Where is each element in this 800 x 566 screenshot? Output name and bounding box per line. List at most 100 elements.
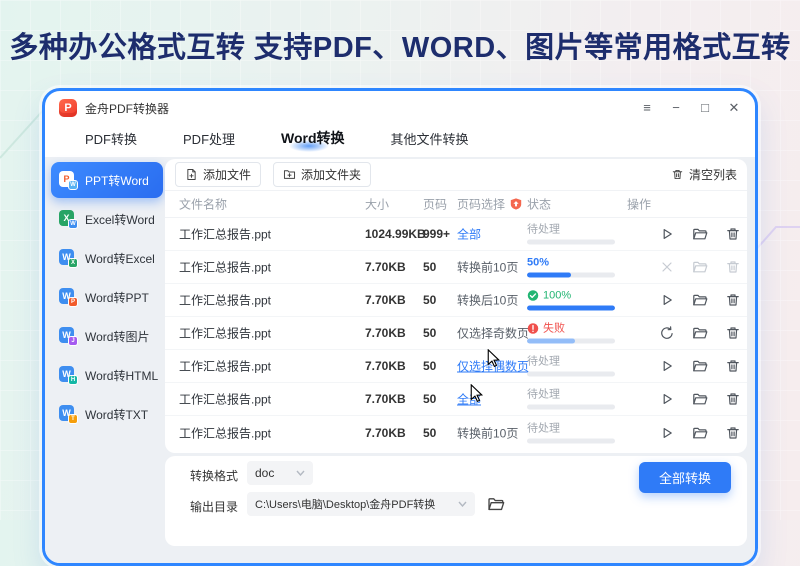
sidebar-item[interactable]: W H Word转HTML	[51, 357, 163, 393]
file-list-panel: 添加文件 添加文件夹 清空列表 文件名称 大小 页码 页码选择 状态 操作 工作…	[165, 159, 747, 453]
page-count: 50	[423, 260, 437, 274]
error-exclamation-icon	[527, 323, 539, 335]
browse-folder-icon[interactable]	[487, 495, 505, 513]
clear-list-button[interactable]: 清空列表	[671, 166, 737, 183]
vip-crown-icon	[510, 198, 522, 210]
delete-icon[interactable]	[725, 226, 741, 242]
play-icon[interactable]	[659, 425, 675, 441]
tab-3[interactable]: Word转换	[281, 128, 345, 152]
status-cell: 失败	[527, 323, 619, 344]
format-doc-icon: WJ	[59, 327, 78, 346]
status-text: 待处理	[527, 223, 560, 236]
retry-icon[interactable]	[659, 325, 675, 341]
sidebar-item[interactable]: W J Word转图片	[51, 318, 163, 354]
content-area: P W PPT转Word X W Excel转Word W X Word转Excel W P Word…	[45, 157, 755, 563]
header-file-name: 文件名称	[179, 197, 228, 212]
page-count: 50	[423, 293, 437, 307]
format-label: 转换格式	[190, 469, 239, 483]
format-doc-icon: WX	[59, 249, 78, 268]
open-folder-icon[interactable]	[692, 226, 708, 242]
sidebar-item[interactable]: P W PPT转Word	[51, 162, 163, 198]
list-toolbar: 添加文件 添加文件夹 清空列表	[165, 159, 747, 190]
folder-plus-icon	[283, 170, 296, 179]
tab-4[interactable]: 其他文件转换	[391, 129, 469, 148]
progress-bar	[527, 438, 615, 443]
window-title: 金舟PDF转换器	[85, 101, 170, 116]
cancel-icon[interactable]	[659, 259, 675, 275]
play-icon[interactable]	[659, 391, 675, 407]
output-path-select[interactable]: C:\Users\电脑\Desktop\金舟PDF转换	[247, 492, 475, 516]
page-select-option: 仅选择奇数页	[457, 326, 530, 341]
header-page-select: 页码选择	[457, 196, 523, 213]
play-icon[interactable]	[659, 358, 675, 374]
open-folder-icon[interactable]	[692, 259, 708, 275]
sidebar-item-label: Word转PPT	[85, 290, 149, 305]
page-select-option[interactable]: 全部	[457, 391, 481, 408]
menu-icon[interactable]: ≡	[640, 101, 654, 115]
format-doc-icon: XW	[59, 210, 78, 229]
open-folder-icon[interactable]	[692, 292, 708, 308]
progress-bar	[527, 338, 615, 344]
status-cell: 待处理	[527, 422, 619, 443]
play-icon[interactable]	[659, 226, 675, 242]
open-folder-icon[interactable]	[692, 425, 708, 441]
page-select-option[interactable]: 全部	[457, 226, 481, 243]
format-doc-icon: WH	[59, 366, 78, 385]
sidebar-item[interactable]: W T Word转TXT	[51, 396, 163, 432]
file-size: 7.70KB	[365, 359, 406, 373]
header-size: 大小	[365, 197, 390, 212]
output-path-value: C:\Users\电脑\Desktop\金舟PDF转换	[255, 499, 436, 511]
convert-all-button[interactable]: 全部转换	[639, 462, 731, 493]
table-row: 工作汇总报告.ppt 1024.99KB 999+ 全部 待处理	[165, 218, 747, 251]
add-folder-button[interactable]: 添加文件夹	[273, 162, 372, 187]
sidebar: P W PPT转Word X W Excel转Word W X Word转Excel W P Word…	[51, 162, 163, 435]
maximize-icon[interactable]: □	[698, 101, 712, 115]
sidebar-item-label: Word转TXT	[85, 407, 149, 422]
open-folder-icon[interactable]	[692, 358, 708, 374]
sidebar-item[interactable]: X W Excel转Word	[51, 201, 163, 237]
status-cell: 待处理	[527, 389, 619, 410]
row-actions	[659, 358, 741, 374]
tab-2[interactable]: PDF处理	[183, 129, 235, 148]
file-size: 7.70KB	[365, 260, 406, 274]
format-doc-icon: WP	[59, 288, 78, 307]
sidebar-item[interactable]: W P Word转PPT	[51, 279, 163, 315]
tab-1[interactable]: PDF转换	[85, 129, 137, 148]
status-cell: 待处理	[527, 356, 619, 377]
chevron-down-icon	[296, 470, 305, 476]
delete-icon[interactable]	[725, 425, 741, 441]
file-name: 工作汇总报告.ppt	[179, 392, 272, 407]
play-icon[interactable]	[659, 292, 675, 308]
app-logo-icon: P	[59, 99, 77, 117]
delete-icon[interactable]	[725, 259, 741, 275]
page-count: 50	[423, 392, 437, 406]
minimize-icon[interactable]: −	[669, 101, 683, 115]
add-folder-label: 添加文件夹	[301, 168, 362, 182]
row-actions	[659, 226, 741, 242]
file-size: 7.70KB	[365, 293, 406, 307]
open-folder-icon[interactable]	[692, 391, 708, 407]
page-select-option: 转换后10页	[457, 293, 519, 308]
format-select[interactable]: doc	[247, 461, 313, 485]
sidebar-item-label: Word转图片	[85, 329, 150, 344]
file-name: 工作汇总报告.ppt	[179, 260, 272, 275]
progress-bar	[527, 305, 615, 311]
row-actions	[659, 292, 741, 308]
close-icon[interactable]: ✕	[727, 101, 741, 115]
page-count: 50	[423, 425, 437, 440]
table-row: 工作汇总报告.ppt 7.70KB 50 转换前10页 待处理	[165, 416, 747, 449]
file-name: 工作汇总报告.ppt	[179, 359, 272, 374]
page-select-option[interactable]: 仅选择偶数页	[457, 358, 529, 375]
file-list: 工作汇总报告.ppt 1024.99KB 999+ 全部 待处理 工作汇总报告.ppt 7.…	[165, 218, 747, 449]
delete-icon[interactable]	[725, 391, 741, 407]
file-name: 工作汇总报告.ppt	[179, 326, 272, 341]
sidebar-item[interactable]: W X Word转Excel	[51, 240, 163, 276]
delete-icon[interactable]	[725, 292, 741, 308]
format-value: doc	[255, 466, 275, 480]
delete-icon[interactable]	[725, 325, 741, 341]
open-folder-icon[interactable]	[692, 325, 708, 341]
add-file-button[interactable]: 添加文件	[175, 162, 262, 187]
file-name: 工作汇总报告.ppt	[179, 426, 272, 440]
output-label: 输出目录	[190, 500, 239, 514]
delete-icon[interactable]	[725, 358, 741, 374]
